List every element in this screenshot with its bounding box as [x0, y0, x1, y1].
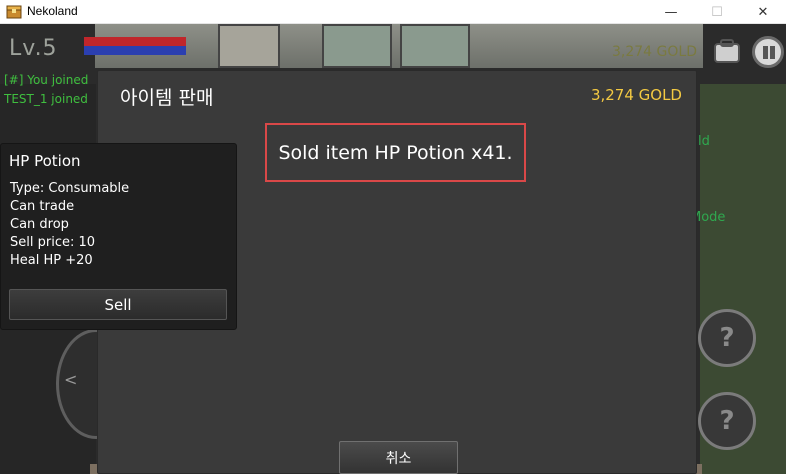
item-property: Heal HP +20 — [10, 253, 93, 268]
question-button[interactable]: ? — [698, 392, 756, 450]
message-box: Sold item HP Potion x41. — [265, 123, 526, 182]
window-titlebar: Nekoland — ☐ ✕ — [0, 0, 786, 24]
level-label: Lv.5 — [9, 36, 58, 61]
sell-button[interactable]: Sell — [9, 289, 227, 320]
item-info-panel: HP Potion Type: Consumable Can trade Can… — [0, 143, 237, 330]
mp-bar — [84, 46, 186, 55]
chat-line: [#] You joined — [4, 73, 89, 87]
background-laundry — [322, 24, 392, 68]
background-laundry — [400, 24, 470, 68]
app-icon — [6, 5, 22, 19]
item-property: Can drop — [10, 217, 69, 232]
pause-button[interactable] — [752, 36, 784, 68]
hp-bar — [84, 37, 186, 46]
minimize-button[interactable]: — — [648, 0, 694, 24]
dialog-gold: 3,274 GOLD — [590, 86, 682, 104]
cancel-button[interactable]: 취소 — [339, 441, 458, 474]
item-property: Can trade — [10, 199, 75, 214]
dialog-title: 아이템 판매 — [120, 87, 214, 109]
question-button[interactable]: ? — [698, 309, 756, 367]
window-title: Nekoland — [27, 4, 78, 18]
left-arrow-icon[interactable]: < — [64, 370, 77, 389]
bag-icon[interactable] — [712, 38, 742, 64]
chat-line: TEST_1 joined — [4, 92, 88, 106]
item-property: Sell price: 10 — [10, 235, 96, 250]
close-button[interactable]: ✕ — [740, 0, 786, 24]
item-property: Type: Consumable — [10, 181, 130, 196]
hud-gold: 3,274 GOLD — [612, 44, 697, 60]
maximize-button[interactable]: ☐ — [694, 0, 740, 24]
item-name: HP Potion — [9, 152, 81, 170]
game-area[interactable]: Lv.5 3,274 GOLD [#] You joined TEST_1 jo… — [0, 24, 786, 474]
side-text: ld — [698, 134, 710, 149]
sold-message: Sold item HP Potion x41. — [278, 141, 513, 164]
background-building — [218, 24, 280, 68]
